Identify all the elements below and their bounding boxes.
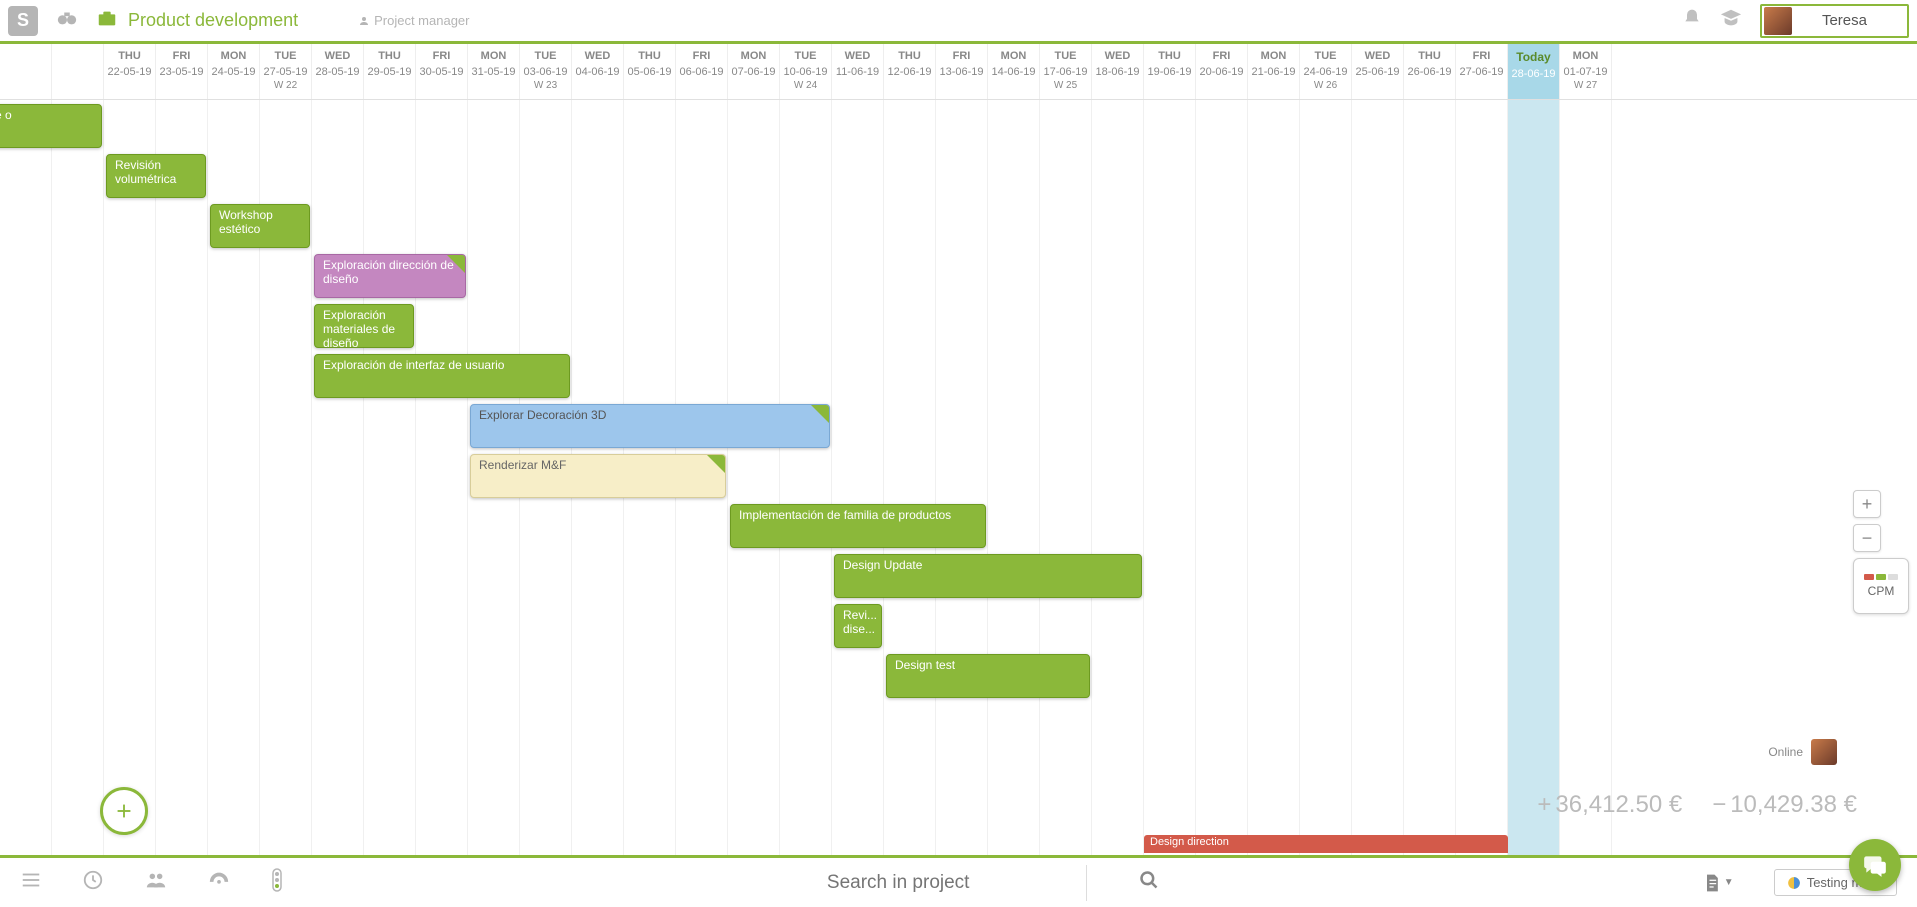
app-logo[interactable]: S [8,6,38,36]
timeline-column[interactable]: FRI27-06-19 [1456,44,1508,99]
online-users[interactable]: Online [1768,739,1837,765]
timeline-column[interactable]: THU29-05-19 [364,44,416,99]
income-total: 36,412.50 € [1537,791,1682,819]
gantt-task[interactable]: Exploración dirección de diseño [314,254,466,298]
search-input[interactable] [827,865,1087,901]
project-title[interactable]: Product development [128,10,298,31]
timeline-column[interactable]: TUE17-06-19W 25 [1040,44,1092,99]
timeline-column[interactable]: MON21-06-19 [1248,44,1300,99]
dashboard-icon[interactable] [208,869,230,897]
binoculars-icon[interactable] [56,7,78,35]
timeline-column[interactable]: FRI30-05-19 [416,44,468,99]
timeline-column[interactable]: THU26-06-19 [1404,44,1456,99]
app-footer: ▼ Testing mode [0,855,1917,907]
gantt-task[interactable]: shop de o [0,104,102,148]
project-totals: 36,412.50 € 10,429.38 € [1537,791,1857,819]
timeline-column[interactable]: WED25-06-19 [1352,44,1404,99]
search-icon[interactable] [1139,870,1159,896]
timeline-column[interactable]: THU22-05-19 [104,44,156,99]
briefcase-icon[interactable] [96,7,118,35]
timeline-column[interactable]: TUE24-06-19W 26 [1300,44,1352,99]
notifications-icon[interactable] [1682,8,1702,34]
timeline-column[interactable]: MON31-05-19 [468,44,520,99]
timeline-column[interactable]: FRI23-05-19 [156,44,208,99]
document-menu[interactable]: ▼ [1702,872,1734,894]
gantt-task[interactable]: Workshop estético [210,204,310,248]
timeline-column[interactable]: MON07-06-19 [728,44,780,99]
timeline-column[interactable] [52,44,104,99]
timeline-column[interactable]: FRI20-06-19 [1196,44,1248,99]
critical-bar[interactable]: Design direction [1144,835,1508,853]
academy-icon[interactable] [1720,7,1742,35]
gantt-task[interactable]: Revisión volumétrica [106,154,206,198]
gantt-task[interactable]: Revi... dise... [834,604,882,648]
timeline-column[interactable]: MON14-06-19 [988,44,1040,99]
zoom-controls: + − CPM [1853,490,1909,614]
zoom-in-button[interactable]: + [1853,490,1881,518]
user-name: Teresa [1822,12,1867,29]
project-role: Project manager [358,13,469,28]
timeline-column[interactable]: WED04-06-19 [572,44,624,99]
timeline-column[interactable]: THU12-06-19 [884,44,936,99]
add-task-button[interactable] [100,787,148,835]
timeline-column[interactable]: MON24-05-19 [208,44,260,99]
timeline-column[interactable]: TUE03-06-19W 23 [520,44,572,99]
gantt-task[interactable]: Renderizar M&F [470,454,726,498]
timeline-column[interactable]: FRI06-06-19 [676,44,728,99]
gantt-task[interactable]: Exploración de interfaz de usuario [314,354,570,398]
timeline-column[interactable]: WED28-05-19 [312,44,364,99]
expense-total: 10,429.38 € [1712,791,1857,819]
timeline-column[interactable]: THU05-06-19 [624,44,676,99]
timeline-column[interactable]: TUE10-06-19W 24 [780,44,832,99]
timeline-column[interactable]: WED18-06-19 [1092,44,1144,99]
gantt-task[interactable]: Design test [886,654,1090,698]
gantt-task[interactable]: Explorar Decoración 3D [470,404,830,448]
timeline-column[interactable]: FRI13-06-19 [936,44,988,99]
timeline-column[interactable]: WED11-06-19 [832,44,884,99]
gantt-task[interactable]: Exploración materiales de diseño [314,304,414,348]
app-header: S Product development Project manager Te… [0,0,1917,44]
gantt-task[interactable]: Implementación de familia de productos [730,504,986,548]
cpm-toggle[interactable]: CPM [1853,558,1909,614]
list-view-icon[interactable] [20,869,42,897]
timeline-column[interactable]: MON01-07-19W 27 [1560,44,1612,99]
timeline-header: THU22-05-19FRI23-05-19MON24-05-19TUE27-0… [0,44,1917,100]
online-avatar [1811,739,1837,765]
user-avatar [1764,7,1792,35]
gantt-task[interactable]: Design Update [834,554,1142,598]
timeline-column[interactable]: TUE27-05-19W 22 [260,44,312,99]
timeline-column[interactable]: THU19-06-19 [1144,44,1196,99]
team-view-icon[interactable] [144,869,168,897]
zoom-out-button[interactable]: − [1853,524,1881,552]
timeline-column[interactable] [0,44,52,99]
chat-button[interactable] [1849,839,1901,891]
timeline-column[interactable]: Today28-06-19 [1508,44,1560,99]
user-menu[interactable]: Teresa [1760,4,1909,38]
gantt-chart[interactable]: shop de oRevisión volumétricaWorkshop es… [0,100,1917,855]
timeline-view-icon[interactable] [82,869,104,897]
traffic-light-icon[interactable] [270,868,284,898]
